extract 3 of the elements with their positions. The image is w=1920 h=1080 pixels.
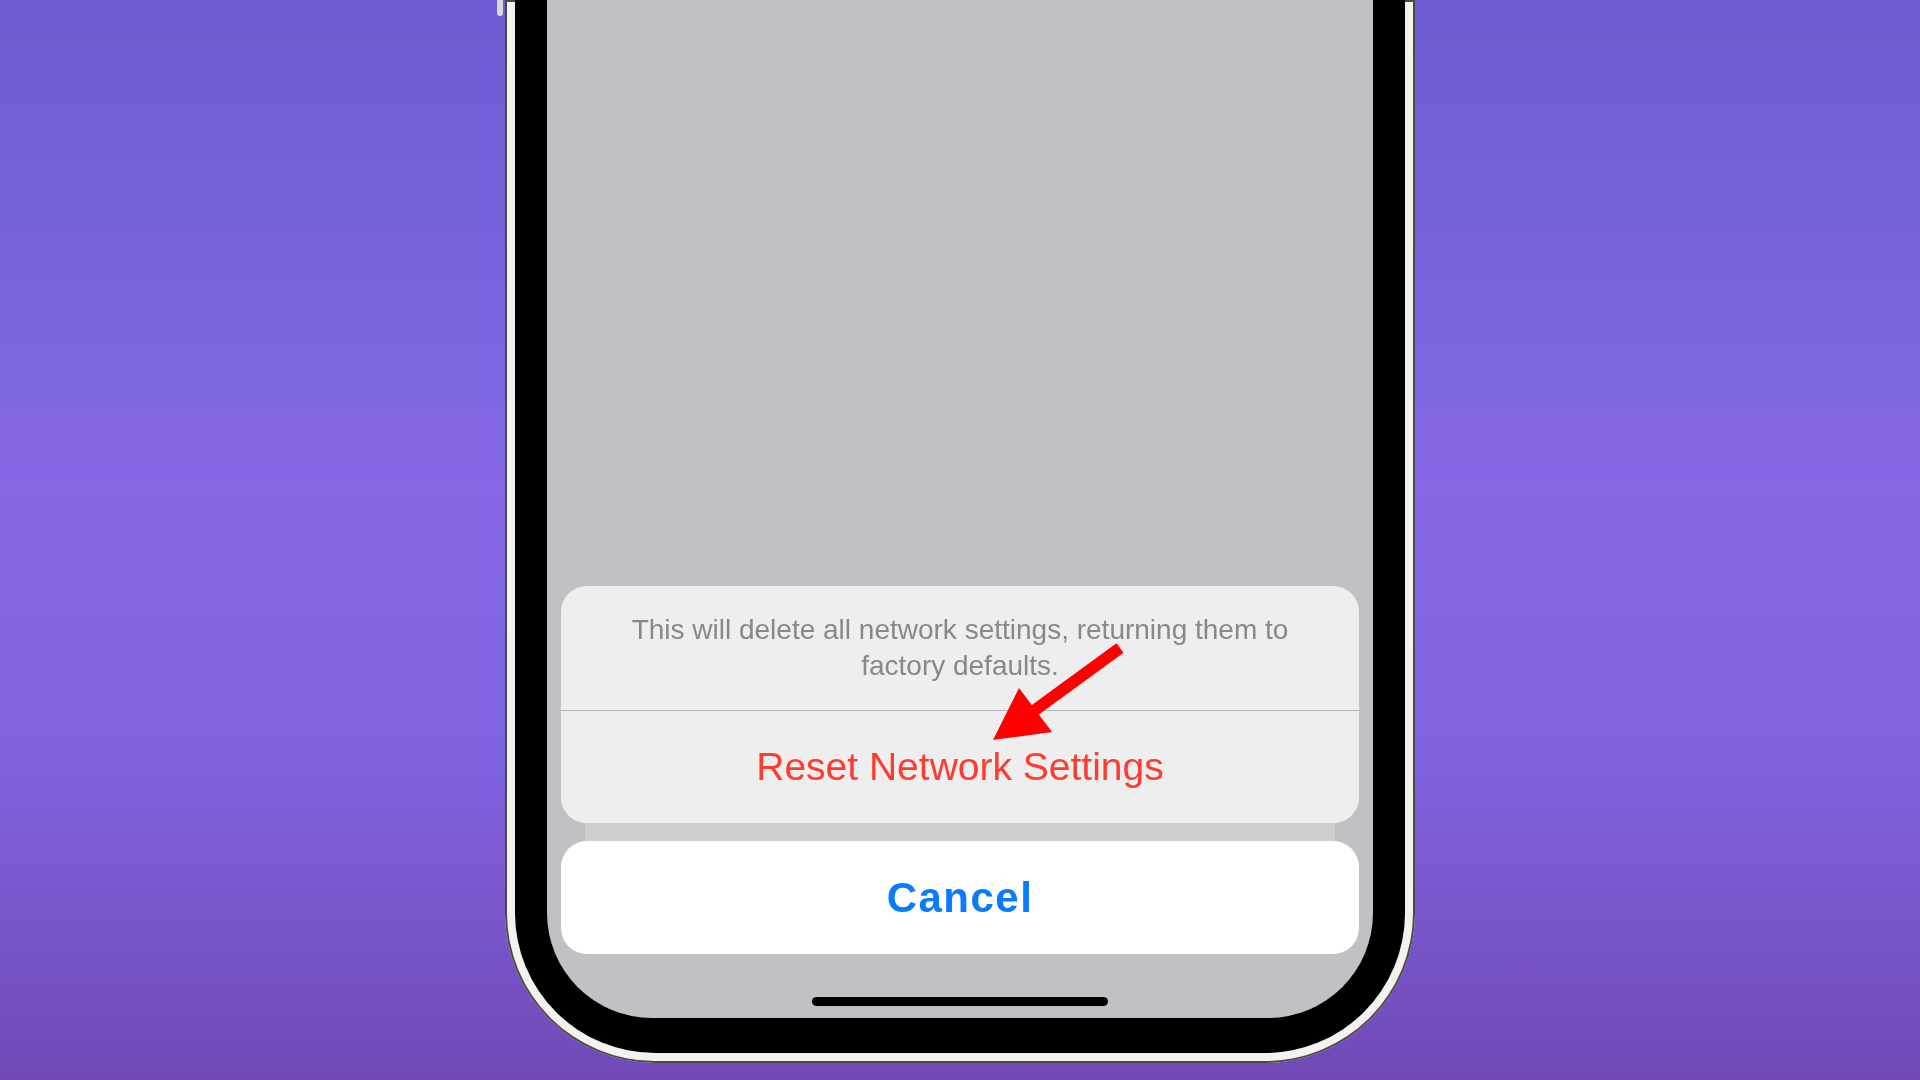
cancel-button[interactable]: Cancel bbox=[561, 841, 1359, 954]
sheet-message: This will delete all network settings, returning them to factory defaults. bbox=[630, 613, 1290, 683]
phone-side-key bbox=[497, 0, 503, 16]
